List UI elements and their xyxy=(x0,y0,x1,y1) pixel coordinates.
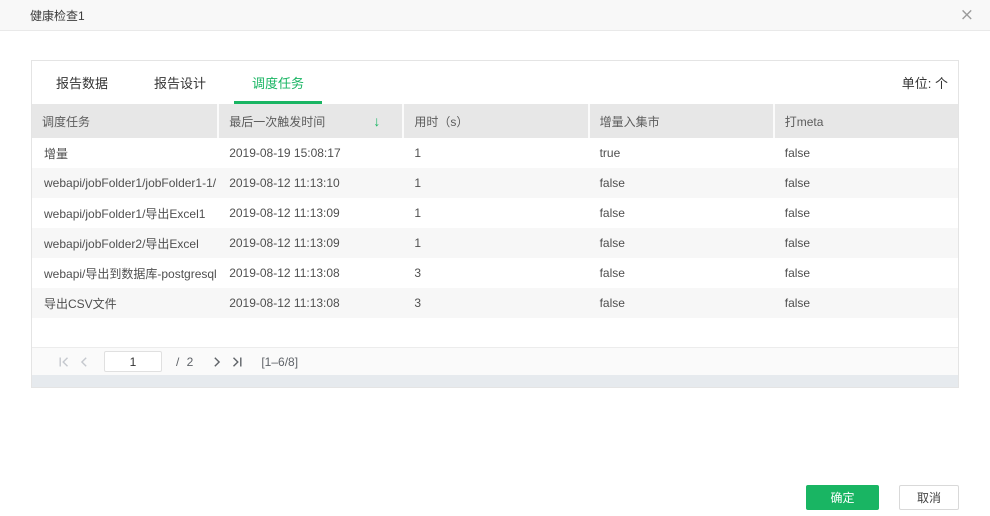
cell-duration: 1 xyxy=(414,206,422,220)
cell-task-name: webapi/导出到数据库-postgresql xyxy=(44,266,217,281)
cell-incremental-market: false xyxy=(599,296,625,310)
cell-incremental-market: true xyxy=(599,146,621,160)
cell-last-trigger-time: 2019-08-12 11:13:09 xyxy=(229,236,340,250)
table-row[interactable]: 增量 2019-08-19 15:08:17 1 true false xyxy=(32,138,958,168)
column-header-duration[interactable]: 用时（s） xyxy=(402,104,587,138)
cell-last-trigger-time: 2019-08-12 11:13:08 xyxy=(229,296,340,310)
column-header-task[interactable]: 调度任务 xyxy=(32,104,217,138)
column-header-meta[interactable]: 打meta xyxy=(772,104,958,138)
tab-schedule-tasks[interactable]: 调度任务 xyxy=(234,61,323,104)
dialog-footer: 确定 取消 xyxy=(806,485,959,510)
cancel-button[interactable]: 取消 xyxy=(899,485,959,510)
cell-last-trigger-time: 2019-08-12 11:13:08 xyxy=(229,266,340,280)
table-row[interactable]: webapi/导出到数据库-postgresql 2019-08-12 11:1… xyxy=(32,258,958,288)
dialog-title: 健康检查1 xyxy=(30,8,85,23)
page-number-input[interactable] xyxy=(104,351,162,372)
cell-incremental-market: false xyxy=(599,266,625,280)
cell-meta: false xyxy=(784,236,811,250)
cell-meta: false xyxy=(784,296,811,310)
prev-page-icon[interactable] xyxy=(76,354,92,370)
table-row[interactable]: webapi/jobFolder2/导出Excel 2019-08-12 11:… xyxy=(32,228,958,258)
cell-task-name: 导出CSV文件 xyxy=(44,296,117,311)
cell-duration: 1 xyxy=(414,146,422,160)
tab-bar: 报告数据 报告设计 调度任务 单位: 个 xyxy=(32,61,958,104)
schedule-task-panel: 报告数据 报告设计 调度任务 单位: 个 调度任务 最后一次触发时间 ↓ 用时（… xyxy=(31,60,959,388)
cell-duration: 3 xyxy=(414,266,422,280)
unit-label: 单位: 个 xyxy=(901,76,948,91)
cell-duration: 3 xyxy=(414,296,422,310)
cell-duration: 1 xyxy=(414,176,422,190)
cell-last-trigger-time: 2019-08-12 11:13:10 xyxy=(229,176,340,190)
cell-task-name: webapi/jobFolder2/导出Excel xyxy=(44,236,199,251)
table-row[interactable]: webapi/jobFolder1/导出Excel1 2019-08-12 11… xyxy=(32,198,958,228)
cell-incremental-market: false xyxy=(599,236,625,250)
close-icon[interactable]: × xyxy=(956,5,978,26)
table-header: 调度任务 最后一次触发时间 ↓ 用时（s） 增量入集市 打meta xyxy=(32,104,958,138)
cell-incremental-market: false xyxy=(599,206,625,220)
last-page-icon[interactable] xyxy=(229,354,245,370)
column-header-incremental-market[interactable]: 增量入集市 xyxy=(587,104,773,138)
dialog-titlebar: 健康检查1 × xyxy=(0,0,990,31)
cell-meta: false xyxy=(784,266,811,280)
cell-last-trigger-time: 2019-08-12 11:13:09 xyxy=(229,206,340,220)
page-range-label: [1–6/8] xyxy=(261,354,299,369)
tab-report-data[interactable]: 报告数据 xyxy=(38,61,126,104)
cell-task-name: 增量 xyxy=(44,146,69,161)
cell-meta: false xyxy=(784,146,811,160)
cell-task-name: webapi/jobFolder1/jobFolder1-1/ xyxy=(44,176,217,190)
column-header-label: 最后一次触发时间 xyxy=(229,114,326,129)
table-body: 增量 2019-08-19 15:08:17 1 true false weba… xyxy=(32,138,958,347)
pagination-bar: / 2 [1–6/8] xyxy=(32,347,958,375)
cell-task-name: webapi/jobFolder1/导出Excel1 xyxy=(44,206,206,221)
column-header-last-trigger-time[interactable]: 最后一次触发时间 ↓ xyxy=(217,104,402,138)
cell-meta: false xyxy=(784,206,811,220)
total-pages-label: / 2 xyxy=(176,354,196,369)
cell-incremental-market: false xyxy=(599,176,625,190)
first-page-icon[interactable] xyxy=(56,354,72,370)
tab-report-design[interactable]: 报告设计 xyxy=(136,61,224,104)
cell-last-trigger-time: 2019-08-19 15:08:17 xyxy=(229,146,341,160)
cell-meta: false xyxy=(784,176,811,190)
ok-button[interactable]: 确定 xyxy=(806,485,879,510)
horizontal-scrollbar[interactable] xyxy=(32,375,958,387)
next-page-icon[interactable] xyxy=(209,354,225,370)
sort-desc-icon[interactable]: ↓ xyxy=(373,114,380,128)
table-row[interactable]: 导出CSV文件 2019-08-12 11:13:08 3 false fals… xyxy=(32,288,958,318)
table-row[interactable]: webapi/jobFolder1/jobFolder1-1/ 2019-08-… xyxy=(32,168,958,198)
cell-duration: 1 xyxy=(414,236,422,250)
